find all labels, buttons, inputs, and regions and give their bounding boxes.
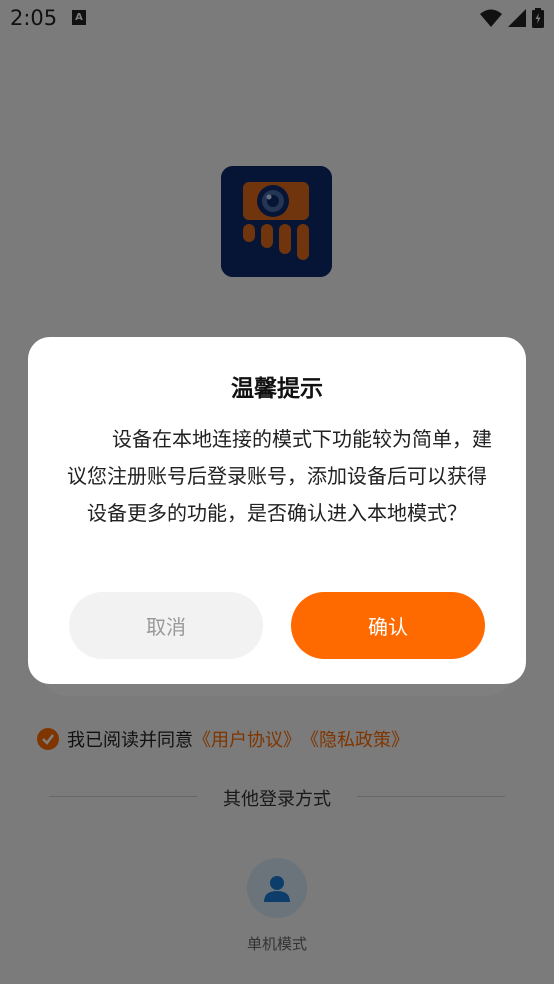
dialog-title: 温馨提示	[231, 376, 323, 402]
dialog-message-wrap: 设备在本地连接的模式下功能较为简单，建议您注册账号后登录账号，添加设备后可以获得…	[62, 421, 492, 532]
dialog-message: 设备在本地连接的模式下功能较为简单，建议您注册账号后登录账号，添加设备后可以获得…	[67, 427, 492, 525]
tip-dialog: 温馨提示 设备在本地连接的模式下功能较为简单，建议您注册账号后登录账号，添加设备…	[28, 337, 526, 684]
confirm-button[interactable]: 确认	[291, 592, 485, 659]
cancel-button[interactable]: 取消	[69, 592, 263, 659]
